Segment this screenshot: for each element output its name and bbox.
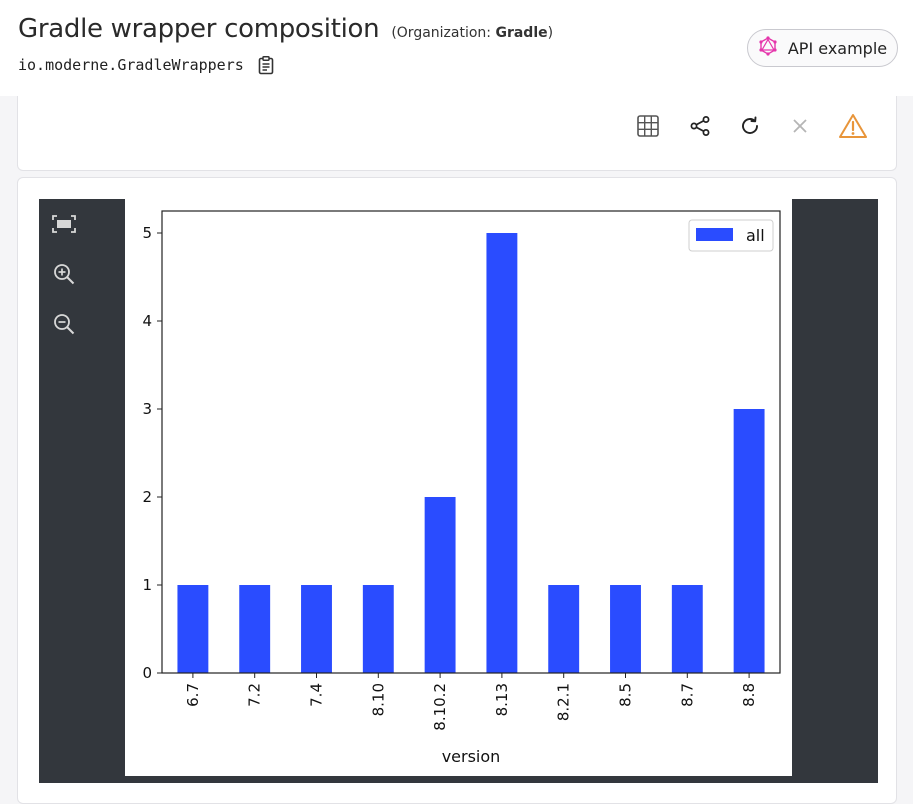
y-tick-label: 5 — [142, 224, 152, 242]
bar-7.2 — [239, 585, 271, 673]
share-icon[interactable] — [687, 113, 713, 139]
bar-8.10 — [362, 585, 394, 673]
bar-chart: 0 1 2 3 4 5 6.7 7.2 7.4 8.10 8.10.2 8.13 8.2.1 8.5 8.… — [142, 210, 781, 766]
graphql-icon — [758, 35, 778, 61]
image-viewer: 0 1 2 3 4 5 6.7 7.2 7.4 8.10 8.10.2 8.13 8.2.1 8.5 8.… — [39, 199, 878, 783]
bar-8.10.2 — [424, 497, 456, 673]
chart-card: 0 1 2 3 4 5 6.7 7.2 7.4 8.10 8.10.2 8.13 8.2.1 8.5 8.… — [17, 177, 897, 804]
title-row: Gradle wrapper composition (Organization… — [18, 14, 553, 44]
legend-swatch — [696, 228, 733, 241]
bar-8.5 — [610, 585, 641, 673]
page-header: Gradle wrapper composition (Organization… — [0, 0, 913, 96]
y-tick-label: 3 — [142, 400, 152, 418]
x-tick-label: 8.10.2 — [431, 683, 449, 731]
x-axis-label: version — [442, 747, 501, 766]
organization-name: Gradle — [495, 25, 548, 41]
zoom-out-icon[interactable] — [51, 311, 77, 337]
recipe-id: io.moderne.GradleWrappers — [18, 56, 244, 74]
bars-layer — [177, 233, 765, 673]
refresh-icon[interactable] — [737, 113, 763, 139]
api-example-label: API example — [787, 38, 888, 58]
bar-8.2.1 — [548, 585, 580, 673]
page-title: Gradle wrapper composition — [18, 14, 380, 44]
y-tick-label: 2 — [142, 488, 152, 506]
organization-label: (Organization: Gradle) — [391, 25, 553, 41]
results-toolbar — [17, 96, 897, 171]
organization-suffix: ) — [547, 25, 554, 41]
bar-6.7 — [177, 585, 209, 673]
bar-8.13 — [486, 233, 518, 673]
y-tick-label: 1 — [142, 576, 152, 594]
api-example-button[interactable]: API example — [747, 29, 898, 67]
x-tick-label: 8.7 — [678, 683, 696, 707]
y-axis: 0 1 2 3 4 5 — [142, 224, 162, 682]
zoom-in-icon[interactable] — [51, 261, 77, 287]
x-tick-label: 8.2.1 — [555, 683, 573, 721]
bar-8.7 — [671, 585, 703, 673]
legend: all — [688, 219, 774, 252]
warning-icon[interactable] — [838, 113, 868, 139]
x-tick-label: 7.2 — [246, 683, 264, 707]
y-tick-label: 0 — [142, 664, 152, 682]
x-tick-label: 7.4 — [308, 683, 326, 707]
recipe-row: io.moderne.GradleWrappers — [18, 55, 276, 75]
legend-label: all — [746, 226, 765, 245]
x-tick-label: 8.5 — [617, 683, 635, 707]
table-icon[interactable] — [635, 113, 661, 139]
organization-prefix: (Organization: — [391, 25, 496, 41]
clipboard-copy-icon[interactable] — [256, 55, 276, 75]
bar-7.4 — [301, 585, 332, 673]
x-tick-label: 8.8 — [740, 683, 758, 707]
close-icon[interactable] — [787, 113, 813, 139]
x-tick-label: 8.10 — [369, 683, 387, 716]
bar-8.8 — [733, 409, 765, 673]
x-tick-label: 8.13 — [493, 683, 511, 716]
x-axis: 6.7 7.2 7.4 8.10 8.10.2 8.13 8.2.1 8.5 8.7 8.8 — [184, 673, 758, 731]
y-tick-label: 4 — [142, 312, 152, 330]
chart-image: 0 1 2 3 4 5 6.7 7.2 7.4 8.10 8.10.2 8.13 8.2.1 8.5 8.… — [125, 199, 792, 776]
x-tick-label: 6.7 — [184, 683, 202, 707]
fit-screen-icon[interactable] — [51, 211, 77, 237]
